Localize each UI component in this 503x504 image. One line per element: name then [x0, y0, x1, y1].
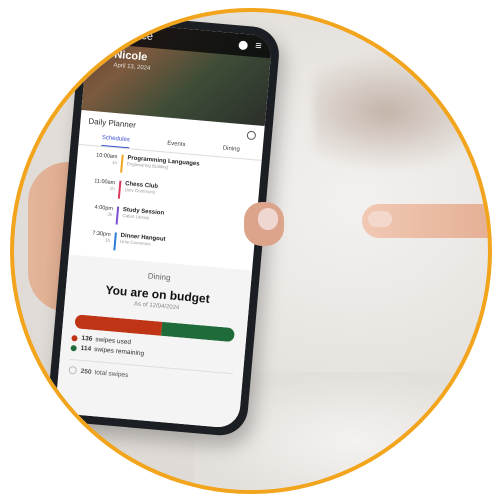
schedule-list: 10:00am 1h Programming Languages Engineeri…	[69, 145, 261, 263]
remaining-count: 114	[80, 344, 92, 353]
total-count: 250	[80, 367, 92, 376]
swipes-used-segment	[74, 314, 163, 336]
thumbnail-nail	[258, 208, 278, 230]
total-dot-icon	[68, 365, 78, 375]
fingernail	[368, 211, 392, 227]
swipes-remaining-segment	[161, 321, 235, 343]
remaining-dot-icon	[70, 344, 77, 351]
used-count: 136	[81, 334, 93, 343]
tab-dining[interactable]: Dining	[222, 145, 240, 157]
event-color-bar	[115, 206, 120, 225]
profile-icon[interactable]	[237, 39, 248, 50]
used-dot-icon	[71, 334, 78, 342]
tab-schedules[interactable]: Schedules	[101, 134, 131, 149]
used-text: swipes used	[95, 336, 132, 347]
event-color-bar	[113, 232, 117, 251]
remaining-text: swipes remaining	[93, 346, 145, 358]
hair-background	[314, 52, 488, 172]
dining-card[interactable]: Dining You are on budget As of 12/04/202…	[54, 254, 253, 429]
photo-frame: Glance ≡ Nicole April 13, 2024 Daily Pla…	[10, 8, 492, 494]
settings-icon[interactable]	[246, 130, 257, 141]
event-color-bar	[120, 154, 124, 173]
hero-banner: Glance ≡ Nicole April 13, 2024	[81, 20, 273, 127]
menu-icon[interactable]: ≡	[255, 39, 262, 52]
event-color-bar	[117, 180, 122, 199]
hero-date: April 13, 2024	[113, 62, 151, 72]
tab-events[interactable]: Events	[166, 141, 186, 154]
user-name: Nicole	[113, 48, 148, 64]
total-swipes: 250 total swipes	[68, 358, 234, 389]
total-text: total swipes	[94, 368, 129, 379]
app-title: Glance	[117, 27, 154, 43]
phone-screen: Glance ≡ Nicole April 13, 2024 Daily Pla…	[54, 20, 273, 429]
